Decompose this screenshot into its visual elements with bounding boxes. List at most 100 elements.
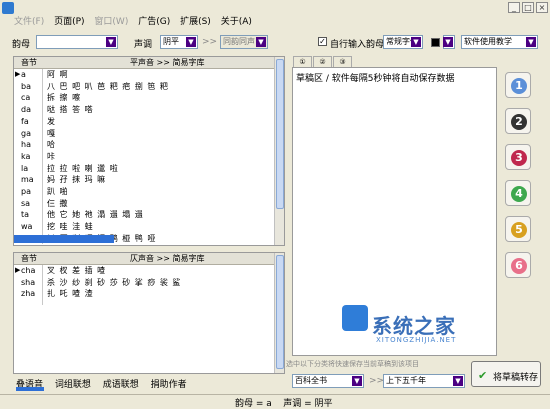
- syllable-cell: cha: [21, 266, 36, 275]
- app-icon: [2, 2, 14, 14]
- syllable-cell: ga: [21, 128, 31, 138]
- color-swatch[interactable]: [431, 38, 440, 47]
- close-button[interactable]: ×: [536, 2, 548, 13]
- ping-scrollbar[interactable]: [274, 57, 284, 245]
- words-cell: 拆 擦 嚓: [47, 93, 82, 103]
- words-cell: 杀 沙 纱 刹 砂 莎 砂 挲 痧 裟 鲨: [47, 277, 182, 287]
- draft-text: 草稿区 / 软件每隔5秒钟将自动保存数据: [296, 74, 455, 84]
- number-1-icon: 1: [511, 78, 527, 94]
- table-row[interactable]: pa 趴 啪: [14, 186, 274, 197]
- ping-hscroll-thumb[interactable]: [14, 235, 114, 243]
- words-cell: 嘎: [47, 128, 56, 138]
- menu-file[interactable]: 文件(F): [14, 17, 44, 27]
- table-row[interactable]: ha 哈: [14, 139, 274, 150]
- arrow-label: >>: [202, 37, 218, 47]
- syllable-cell: zha: [21, 289, 36, 299]
- table-row[interactable]: ta 他 它 她 祂 溻 遢 塌 遢: [14, 209, 274, 220]
- draft-tab-2[interactable]: ②: [313, 56, 332, 67]
- ze-scroll-thumb[interactable]: [276, 255, 284, 369]
- number-button-3[interactable]: 3: [505, 144, 531, 170]
- syllable-cell: la: [21, 163, 29, 173]
- ping-table: 音节 平声音 >> 简易字库 ▶ a 阿 啊 ba 八 巴 吧 叭 芭 粑 疤 捌 笆 …: [13, 56, 285, 246]
- chevron-down-icon: ▼: [526, 37, 536, 47]
- table-row[interactable]: ▶ a 阿 啊: [14, 69, 274, 80]
- table-row[interactable]: ma 妈 孖 抹 玛 嘛: [14, 174, 274, 185]
- save-draft-button[interactable]: ✔ 将草稿转存: [471, 361, 541, 387]
- shengdiao-value: 阴平: [163, 37, 179, 46]
- check-icon: ✔: [478, 369, 488, 382]
- minimize-button[interactable]: _: [508, 2, 520, 13]
- syllable-cell: ca: [21, 93, 31, 103]
- tongyun-combo[interactable]: 同韵同声 ▼: [220, 35, 268, 49]
- col-words: 仄声音 >> 简易字库: [130, 254, 205, 263]
- auto-input-label: 自行输入韵母: [330, 40, 385, 50]
- table-row[interactable]: da 哒 搭 答 嗒: [14, 104, 274, 115]
- subcategory-combo[interactable]: 上下五千年 ▼: [383, 374, 465, 388]
- row-marker-icon: ▶: [15, 70, 21, 78]
- words-cell: 拉 拉 啦 喇 邋 啦: [47, 163, 119, 173]
- table-row[interactable]: ka 咔: [14, 151, 274, 162]
- table-row[interactable]: fa 发: [14, 116, 274, 127]
- col-words: 平声音 >> 简易字库: [130, 58, 205, 67]
- chevron-down-icon: ▼: [411, 37, 421, 47]
- menu-extend[interactable]: 扩展(S): [180, 17, 211, 27]
- tab-cizu[interactable]: 词组联想: [55, 380, 91, 390]
- number-3-icon: 3: [511, 150, 527, 166]
- ze-table: 音节 仄声音 >> 简易字库 ▶ cha 叉 杈 差 插 喳 sha 杀 沙 纱 刹 砂…: [13, 252, 285, 374]
- tab-chengyu[interactable]: 成语联想: [103, 380, 139, 390]
- syllable-cell: pa: [21, 187, 31, 196]
- menu-window[interactable]: 窗口(W): [94, 17, 128, 27]
- words-cell: 趴 啪: [47, 187, 69, 196]
- rhyme-combo[interactable]: 软件使用教学 ▼: [461, 35, 538, 49]
- number-button-1[interactable]: 1: [505, 72, 531, 98]
- menu-page[interactable]: 页面(P): [54, 17, 84, 27]
- number-2-icon: 2: [511, 114, 527, 130]
- number-4-icon: 4: [511, 186, 527, 202]
- draft-tab-3[interactable]: ③: [333, 56, 352, 67]
- rhyme-value: 软件使用教学: [464, 37, 512, 46]
- logo-icon: [342, 305, 368, 331]
- draft-tabs: ①②③: [293, 56, 353, 67]
- menu-about[interactable]: 关于(A): [221, 17, 252, 27]
- menu-ad[interactable]: 广告(G): [138, 17, 170, 27]
- color-combo[interactable]: ▼: [443, 35, 455, 49]
- shengdiao-combo[interactable]: 阴平 ▼: [160, 35, 198, 49]
- table-row[interactable]: zha 扎 吒 喳 渣: [14, 288, 274, 299]
- words-cell: 八 巴 吧 叭 芭 粑 疤 捌 笆 粑: [47, 81, 169, 91]
- table-row[interactable]: ga 嘎: [14, 128, 274, 139]
- yunmu-label: 韵母: [12, 40, 31, 50]
- active-tab-indicator: [16, 387, 44, 391]
- words-cell: 叉 杈 差 插 喳: [47, 266, 107, 275]
- ping-rows: ▶ a 阿 啊 ba 八 巴 吧 叭 芭 粑 疤 捌 笆 粑 ca 拆 擦 嚓 da 哒 搭 答…: [14, 69, 274, 244]
- number-button-6[interactable]: 6: [505, 252, 531, 278]
- number-button-4[interactable]: 4: [505, 180, 531, 206]
- ping-header: 音节 平声音 >> 简易字库: [14, 57, 274, 69]
- number-button-2[interactable]: 2: [505, 108, 531, 134]
- table-row[interactable]: la 拉 拉 啦 喇 邋 啦: [14, 163, 274, 174]
- table-row[interactable]: ▶ cha 叉 杈 差 插 喳: [14, 265, 274, 276]
- words-cell: 妈 孖 抹 玛 嘛: [47, 175, 107, 185]
- ping-scroll-thumb[interactable]: [276, 59, 284, 209]
- yunmu-combo[interactable]: ▼: [36, 35, 118, 49]
- draft-tab-1[interactable]: ①: [293, 56, 312, 67]
- syllable-cell: ma: [21, 175, 34, 185]
- row-marker-icon: ▶: [15, 266, 21, 274]
- table-row[interactable]: sa 仨 撒: [14, 198, 274, 209]
- menu-bar: 文件(F) 页面(P) 窗口(W) 广告(G) 扩展(S) 关于(A): [14, 14, 259, 28]
- syllable-cell: ta: [21, 210, 30, 220]
- words-cell: 哈: [47, 140, 56, 150]
- ze-scrollbar[interactable]: [274, 253, 284, 373]
- maximize-button[interactable]: □: [522, 2, 534, 13]
- syllable-cell: ka: [21, 151, 31, 161]
- number-button-5[interactable]: 5: [505, 216, 531, 242]
- table-row[interactable]: ca 拆 擦 嚓: [14, 92, 274, 103]
- auto-input-checkbox[interactable]: ✓: [318, 37, 327, 46]
- words-cell: 仨 撒: [47, 198, 69, 208]
- table-row[interactable]: sha 杀 沙 纱 刹 砂 莎 砂 挲 痧 裟 鲨: [14, 277, 274, 288]
- category-combo[interactable]: 百科全书 ▼: [292, 374, 364, 388]
- table-row[interactable]: wa 挖 哇 洼 蛙: [14, 221, 274, 232]
- table-row[interactable]: ba 八 巴 吧 叭 芭 粑 疤 捌 笆 粑: [14, 81, 274, 92]
- syllable-cell: fa: [21, 116, 29, 126]
- font-combo[interactable]: 常规字体 ▼: [383, 35, 423, 49]
- tab-donate[interactable]: 捐助作者: [151, 380, 187, 390]
